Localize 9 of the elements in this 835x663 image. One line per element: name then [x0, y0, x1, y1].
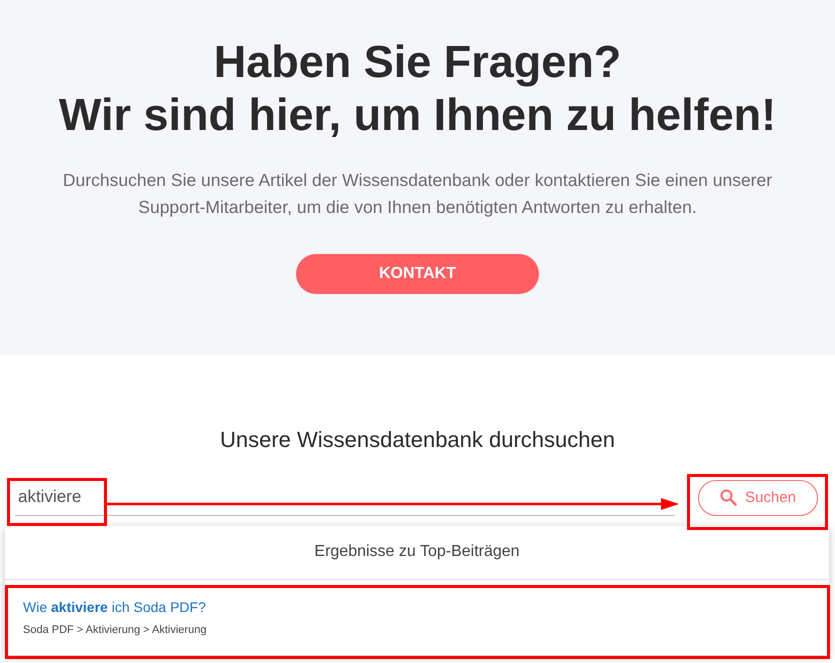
search-heading: Unsere Wissensdatenbank durchsuchen: [218, 427, 616, 454]
hero-title: Haben Sie Fragen? Wir sind hier, um Ihnen zu helfen!: [58, 36, 778, 142]
search-icon: [720, 489, 738, 506]
dropdown-header: Ergebnisse zu Top-Beiträgen: [5, 526, 829, 580]
result-link[interactable]: Wie aktiviere ich Soda PDF?: [23, 597, 811, 618]
result-breadcrumb: Soda PDF > Aktivierung > Aktivierung: [23, 623, 208, 638]
contact-button[interactable]: KONTAKT: [296, 254, 539, 294]
search-button[interactable]: Suchen: [698, 480, 818, 516]
hero-description: Durchsuchen Sie unsere Artikel der Wissensdatenbank oder kontaktieren Sie einen unserer Support-Mitarbeiter, um die von Ihnen benötigten Antworten zu erhalten.: [62, 169, 774, 219]
